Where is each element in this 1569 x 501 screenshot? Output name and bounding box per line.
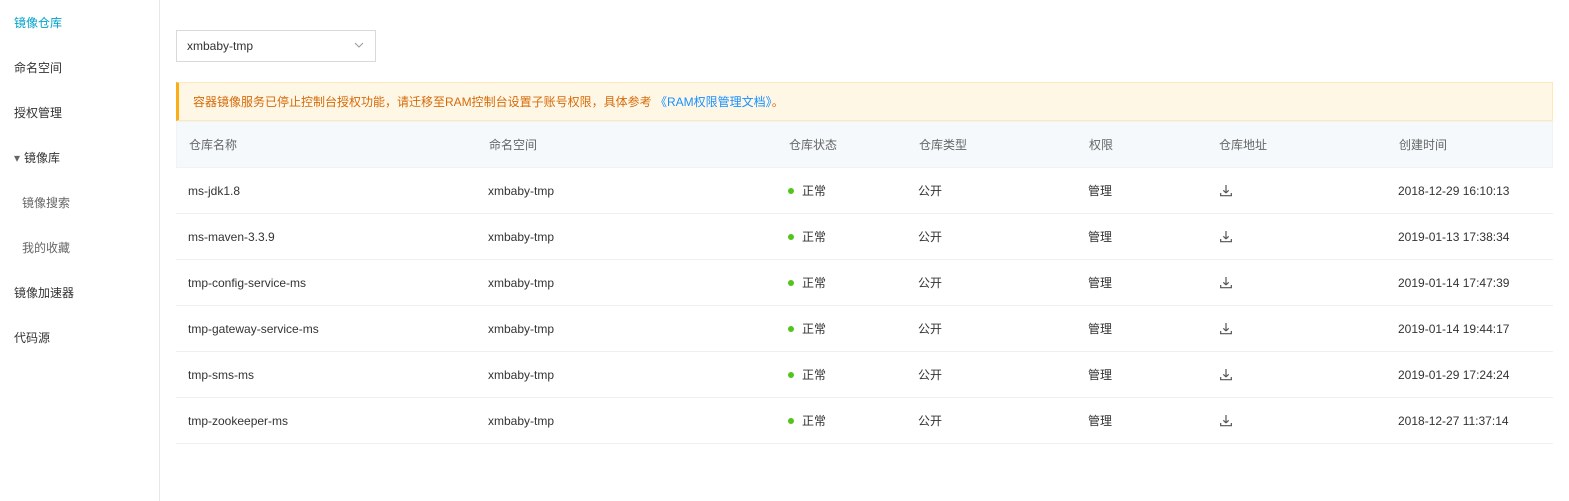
cell-status: 正常 — [776, 398, 906, 443]
cell-permission: 管理 — [1076, 168, 1206, 213]
cell-permission: 管理 — [1076, 260, 1206, 305]
cell-permission: 管理 — [1076, 306, 1206, 351]
status-dot-icon — [788, 234, 794, 240]
status-dot-icon — [788, 188, 794, 194]
cell-name[interactable]: tmp-zookeeper-ms — [176, 398, 476, 443]
topbar: xmbaby-tmp — [160, 0, 1569, 72]
select-value: xmbaby-tmp — [187, 39, 253, 53]
table-row: ms-maven-3.3.9xmbaby-tmp 正常 公开管理 2019-01-13… — [176, 214, 1553, 260]
cell-name[interactable]: ms-maven-3.3.9 — [176, 214, 476, 259]
table-row: tmp-sms-msxmbaby-tmp 正常 公开管理 2019-01-29 17:… — [176, 352, 1553, 398]
notice-link[interactable]: 《RAM权限管理文档》 — [655, 95, 772, 109]
repo-table: 仓库名称 命名空间 仓库状态 仓库类型 权限 仓库地址 创建时间 ms-jdk1… — [176, 121, 1553, 444]
table-row: tmp-gateway-service-msxmbaby-tmp 正常 公开管理 20… — [176, 306, 1553, 352]
table-row: tmp-zookeeper-msxmbaby-tmp 正常 公开管理 2018-12-… — [176, 398, 1553, 444]
cell-created: 2019-01-14 17:47:39 — [1386, 260, 1553, 305]
sidebar: 镜像仓库 命名空间 授权管理 ▾ 镜像库 镜像搜索 我的收藏 镜像加速器 代码源 — [0, 0, 160, 501]
cell-address — [1206, 214, 1386, 259]
cell-name[interactable]: tmp-sms-ms — [176, 352, 476, 397]
cell-created: 2019-01-29 17:24:24 — [1386, 352, 1553, 397]
download-icon[interactable] — [1218, 229, 1234, 245]
download-icon[interactable] — [1218, 367, 1234, 383]
status-text: 正常 — [802, 274, 826, 291]
cell-type: 公开 — [906, 260, 1076, 305]
status-text: 正常 — [802, 228, 826, 245]
status-dot-icon — [788, 326, 794, 332]
th-name: 仓库名称 — [177, 122, 477, 167]
cell-address — [1206, 168, 1386, 213]
sidebar-item-namespace[interactable]: 命名空间 — [0, 45, 159, 90]
download-icon[interactable] — [1218, 413, 1234, 429]
status-text: 正常 — [802, 412, 826, 429]
th-address: 仓库地址 — [1207, 122, 1387, 167]
table-row: ms-jdk1.8xmbaby-tmp 正常 公开管理 2018-12-29 16:1… — [176, 168, 1553, 214]
cell-namespace: xmbaby-tmp — [476, 260, 776, 305]
status-text: 正常 — [802, 366, 826, 383]
cell-address — [1206, 260, 1386, 305]
download-icon[interactable] — [1218, 183, 1234, 199]
cell-status: 正常 — [776, 306, 906, 351]
sidebar-item-authorization[interactable]: 授权管理 — [0, 90, 159, 135]
cell-created: 2019-01-14 19:44:17 — [1386, 306, 1553, 351]
sidebar-item-image-lib[interactable]: ▾ 镜像库 — [0, 135, 159, 180]
sidebar-item-accelerator[interactable]: 镜像加速器 — [0, 270, 159, 315]
cell-permission: 管理 — [1076, 214, 1206, 259]
th-status: 仓库状态 — [777, 122, 907, 167]
cell-permission: 管理 — [1076, 352, 1206, 397]
th-created: 创建时间 — [1387, 122, 1552, 167]
cell-status: 正常 — [776, 352, 906, 397]
th-namespace: 命名空间 — [477, 122, 777, 167]
namespace-select[interactable]: xmbaby-tmp — [176, 30, 376, 62]
sidebar-item-code-source[interactable]: 代码源 — [0, 315, 159, 360]
cell-namespace: xmbaby-tmp — [476, 306, 776, 351]
download-icon[interactable] — [1218, 275, 1234, 291]
chevron-down-icon — [353, 39, 365, 54]
cell-permission: 管理 — [1076, 398, 1206, 443]
cell-status: 正常 — [776, 168, 906, 213]
status-dot-icon — [788, 280, 794, 286]
cell-address — [1206, 352, 1386, 397]
download-icon[interactable] — [1218, 321, 1234, 337]
cell-created: 2018-12-29 16:10:13 — [1386, 168, 1553, 213]
cell-address — [1206, 306, 1386, 351]
cell-address — [1206, 398, 1386, 443]
status-dot-icon — [788, 372, 794, 378]
cell-created: 2019-01-13 17:38:34 — [1386, 214, 1553, 259]
cell-namespace: xmbaby-tmp — [476, 352, 776, 397]
cell-created: 2018-12-27 11:37:14 — [1386, 398, 1553, 443]
cell-type: 公开 — [906, 214, 1076, 259]
table-header: 仓库名称 命名空间 仓库状态 仓库类型 权限 仓库地址 创建时间 — [176, 121, 1553, 168]
table-row: tmp-config-service-msxmbaby-tmp 正常 公开管理 201… — [176, 260, 1553, 306]
cell-name[interactable]: ms-jdk1.8 — [176, 168, 476, 213]
cell-name[interactable]: tmp-config-service-ms — [176, 260, 476, 305]
cell-namespace: xmbaby-tmp — [476, 398, 776, 443]
notice-banner: 容器镜像服务已停止控制台授权功能，请迁移至RAM控制台设置子账号权限，具体参考 … — [176, 82, 1553, 121]
table-body: ms-jdk1.8xmbaby-tmp正常公开管理2018-12-29 16:1… — [176, 168, 1553, 444]
th-permission: 权限 — [1077, 122, 1207, 167]
cell-namespace: xmbaby-tmp — [476, 214, 776, 259]
notice-text-after: 。 — [772, 95, 784, 109]
status-dot-icon — [788, 418, 794, 424]
status-text: 正常 — [802, 320, 826, 337]
main-content: xmbaby-tmp 容器镜像服务已停止控制台授权功能，请迁移至RAM控制台设置… — [160, 0, 1569, 501]
th-type: 仓库类型 — [907, 122, 1077, 167]
sidebar-item-image-search[interactable]: 镜像搜索 — [0, 180, 159, 225]
cell-status: 正常 — [776, 260, 906, 305]
notice-text-before: 容器镜像服务已停止控制台授权功能，请迁移至RAM控制台设置子账号权限，具体参考 — [193, 95, 655, 109]
caret-down-icon: ▾ — [14, 151, 20, 165]
cell-name[interactable]: tmp-gateway-service-ms — [176, 306, 476, 351]
cell-type: 公开 — [906, 352, 1076, 397]
cell-type: 公开 — [906, 398, 1076, 443]
sidebar-item-my-favorites[interactable]: 我的收藏 — [0, 225, 159, 270]
sidebar-item-image-repo[interactable]: 镜像仓库 — [0, 0, 159, 45]
status-text: 正常 — [802, 182, 826, 199]
cell-namespace: xmbaby-tmp — [476, 168, 776, 213]
sidebar-item-label: 镜像库 — [24, 151, 60, 165]
cell-type: 公开 — [906, 306, 1076, 351]
cell-type: 公开 — [906, 168, 1076, 213]
cell-status: 正常 — [776, 214, 906, 259]
